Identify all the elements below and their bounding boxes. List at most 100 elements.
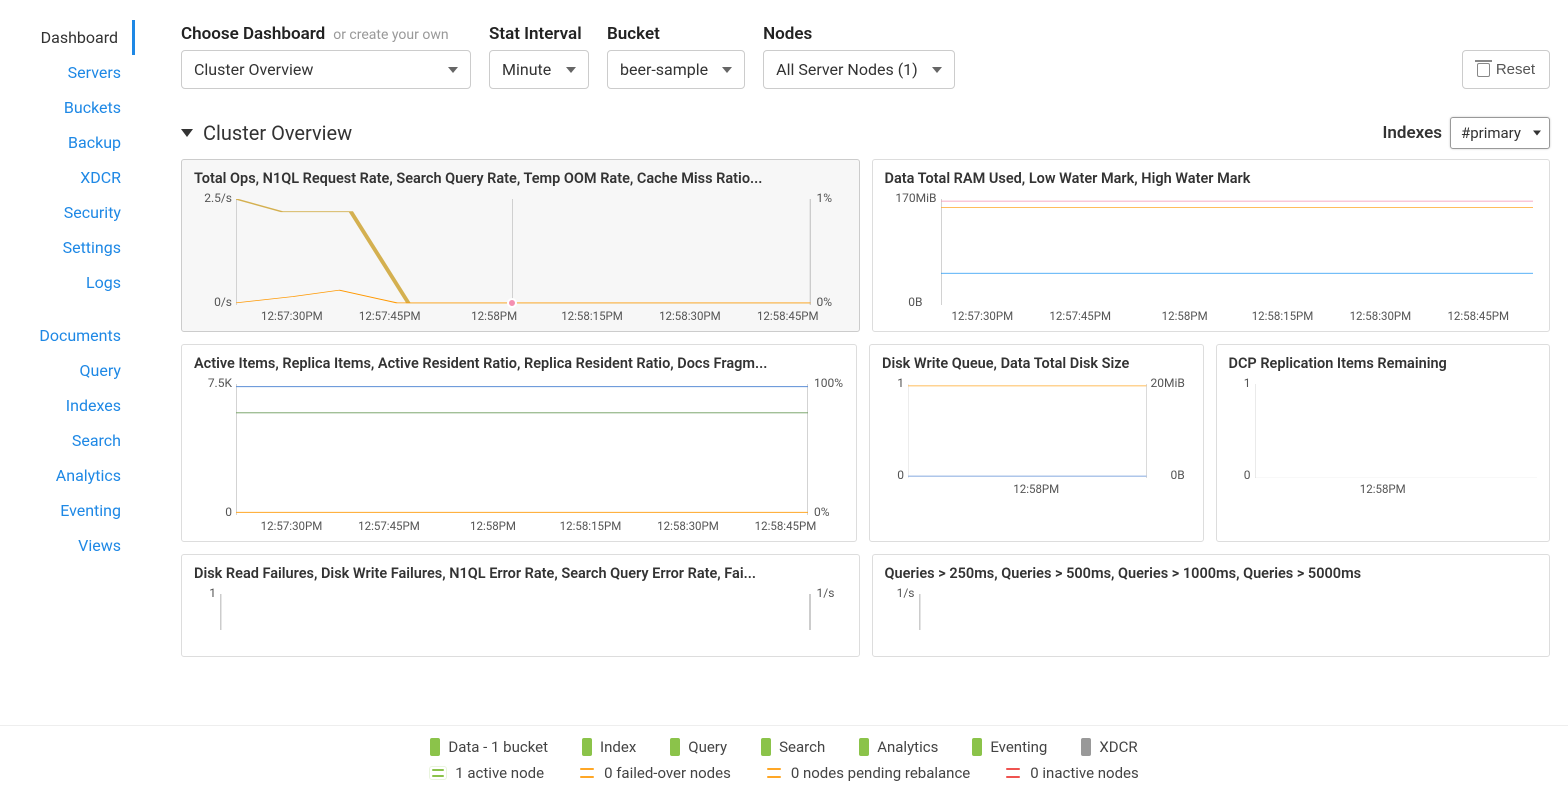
create-own-link[interactable]: or create your own bbox=[333, 27, 448, 43]
x-axis-tick: 12:58PM bbox=[1013, 482, 1059, 496]
server-icon bbox=[429, 766, 447, 780]
status-swatch-icon bbox=[582, 738, 592, 756]
nodes-dropdown[interactable]: All Server Nodes (1) bbox=[763, 50, 955, 89]
chart-total-ops[interactable]: Total Ops, N1QL Request Rate, Search Que… bbox=[181, 159, 860, 332]
sidebar-item-search[interactable]: Search bbox=[0, 423, 135, 458]
x-axis-tick: 12:58:15PM bbox=[560, 519, 622, 533]
section-title: Cluster Overview bbox=[203, 121, 352, 145]
sidebar-item-xdcr[interactable]: XDCR bbox=[0, 160, 135, 195]
status-swatch-icon bbox=[670, 738, 680, 756]
chart-svg bbox=[236, 384, 808, 515]
chart-active-items[interactable]: Active Items, Replica Items, Active Resi… bbox=[181, 344, 857, 542]
indexes-dropdown[interactable]: #primary bbox=[1450, 117, 1550, 149]
footer: Data - 1 bucket Index Query Search Analy… bbox=[0, 725, 1568, 790]
footer-services-row: Data - 1 bucket Index Query Search Analy… bbox=[0, 734, 1568, 760]
stat-interval-dropdown[interactable]: Minute bbox=[489, 50, 589, 89]
chart-svg bbox=[220, 594, 811, 630]
x-axis-tick: 12:58:45PM bbox=[757, 309, 819, 323]
y-axis-tick: 2.5/s bbox=[204, 191, 232, 205]
sidebar-item-backup[interactable]: Backup bbox=[0, 125, 135, 160]
x-axis-tick: 12:58PM bbox=[471, 309, 517, 323]
sidebar-item-indexes[interactable]: Indexes bbox=[0, 388, 135, 423]
status-swatch-icon bbox=[430, 738, 440, 756]
server-icon bbox=[578, 766, 596, 780]
node-status-pending: 0 nodes pending rebalance bbox=[765, 764, 970, 782]
hover-line bbox=[512, 199, 513, 305]
x-axis-tick: 12:58:45PM bbox=[1447, 309, 1509, 323]
sidebar-item-dashboard[interactable]: Dashboard bbox=[0, 20, 135, 55]
section-header: Cluster Overview Indexes #primary bbox=[181, 117, 1550, 149]
x-axis-tick: 12:57:45PM bbox=[359, 309, 421, 323]
node-status-failed: 0 failed-over nodes bbox=[578, 764, 731, 782]
choose-dashboard-dropdown[interactable]: Cluster Overview bbox=[181, 50, 471, 89]
sidebar-item-documents[interactable]: Documents bbox=[0, 318, 135, 353]
chart-title: Data Total RAM Used, Low Water Mark, Hig… bbox=[885, 170, 1538, 187]
x-axis-tick: 12:58:15PM bbox=[1252, 309, 1314, 323]
chart-svg bbox=[908, 384, 1147, 478]
chart-dcp-replication[interactable]: DCP Replication Items Remaining 1 0 12:5… bbox=[1216, 344, 1551, 542]
y-axis-tick: 170MiB bbox=[895, 191, 936, 205]
reset-label: Reset bbox=[1496, 61, 1535, 78]
server-icon bbox=[765, 766, 783, 780]
x-axis-tick: 12:58PM bbox=[1162, 309, 1208, 323]
chart-disk-write-queue[interactable]: Disk Write Queue, Data Total Disk Size 1… bbox=[869, 344, 1204, 542]
sidebar-item-settings[interactable]: Settings bbox=[0, 230, 135, 265]
x-axis-tick: 12:57:30PM bbox=[952, 309, 1014, 323]
node-status-inactive: 0 inactive nodes bbox=[1004, 764, 1139, 782]
y-axis-tick: 0 bbox=[1244, 468, 1251, 482]
sidebar-item-views[interactable]: Views bbox=[0, 528, 135, 563]
chart-title: DCP Replication Items Remaining bbox=[1229, 355, 1538, 372]
sidebar-item-eventing[interactable]: Eventing bbox=[0, 493, 135, 528]
sidebar-item-buckets[interactable]: Buckets bbox=[0, 90, 135, 125]
chart-svg bbox=[1255, 384, 1538, 478]
chart-ram-used[interactable]: Data Total RAM Used, Low Water Mark, Hig… bbox=[872, 159, 1551, 332]
y-axis-tick: 0B bbox=[908, 295, 922, 309]
service-badge-data: Data - 1 bucket bbox=[430, 738, 548, 756]
bucket-label: Bucket bbox=[607, 24, 745, 44]
service-badge-analytics: Analytics bbox=[859, 738, 938, 756]
controls-row: Choose Dashboardor create your own Clust… bbox=[181, 24, 1550, 89]
indexes-label: Indexes bbox=[1383, 123, 1442, 143]
node-status-active: 1 active node bbox=[429, 764, 544, 782]
service-badge-query: Query bbox=[670, 738, 727, 756]
sidebar-item-servers[interactable]: Servers bbox=[0, 55, 135, 90]
status-swatch-icon bbox=[859, 738, 869, 756]
y2-axis-tick: 1/s bbox=[817, 586, 835, 600]
y-axis-tick: 0/s bbox=[214, 295, 232, 309]
nodes-label: Nodes bbox=[763, 24, 955, 44]
x-axis-tick: 12:58:30PM bbox=[659, 309, 721, 323]
x-axis-tick: 12:58PM bbox=[470, 519, 516, 533]
chart-disk-failures[interactable]: Disk Read Failures, Disk Write Failures,… bbox=[181, 554, 860, 657]
chevron-down-icon[interactable] bbox=[181, 129, 193, 137]
stat-interval-label: Stat Interval bbox=[489, 24, 589, 44]
sidebar-item-logs[interactable]: Logs bbox=[0, 265, 135, 300]
status-swatch-icon bbox=[1081, 738, 1091, 756]
service-badge-eventing: Eventing bbox=[972, 738, 1047, 756]
chart-title: Total Ops, N1QL Request Rate, Search Que… bbox=[194, 170, 847, 187]
chart-svg bbox=[236, 199, 811, 305]
chart-slow-queries[interactable]: Queries > 250ms, Queries > 500ms, Querie… bbox=[872, 554, 1551, 657]
server-icon bbox=[1004, 766, 1022, 780]
bucket-dropdown[interactable]: beer-sample bbox=[607, 50, 745, 89]
status-swatch-icon bbox=[972, 738, 982, 756]
y2-axis-tick: 0B bbox=[1171, 468, 1185, 482]
y-axis-tick: 1/s bbox=[897, 586, 915, 600]
sidebar-item-query[interactable]: Query bbox=[0, 353, 135, 388]
reset-button[interactable]: Reset bbox=[1462, 50, 1550, 89]
x-axis-tick: 12:57:30PM bbox=[261, 309, 323, 323]
chart-title: Queries > 250ms, Queries > 500ms, Querie… bbox=[885, 565, 1538, 582]
x-axis-tick: 12:57:45PM bbox=[358, 519, 420, 533]
chart-svg bbox=[919, 594, 1538, 630]
y2-axis-tick: 0% bbox=[814, 505, 830, 519]
service-badge-search: Search bbox=[761, 738, 825, 756]
sidebar-item-security[interactable]: Security bbox=[0, 195, 135, 230]
x-axis-tick: 12:57:30PM bbox=[261, 519, 323, 533]
x-axis-tick: 12:58PM bbox=[1360, 482, 1406, 496]
trash-icon bbox=[1477, 63, 1490, 77]
y-axis-tick: 0 bbox=[897, 468, 904, 482]
service-badge-xdcr: XDCR bbox=[1081, 738, 1137, 756]
chart-title: Disk Write Queue, Data Total Disk Size bbox=[882, 355, 1191, 372]
sidebar: Dashboard Servers Buckets Backup XDCR Se… bbox=[0, 0, 135, 790]
sidebar-item-analytics[interactable]: Analytics bbox=[0, 458, 135, 493]
main-content: Choose Dashboardor create your own Clust… bbox=[135, 0, 1568, 790]
